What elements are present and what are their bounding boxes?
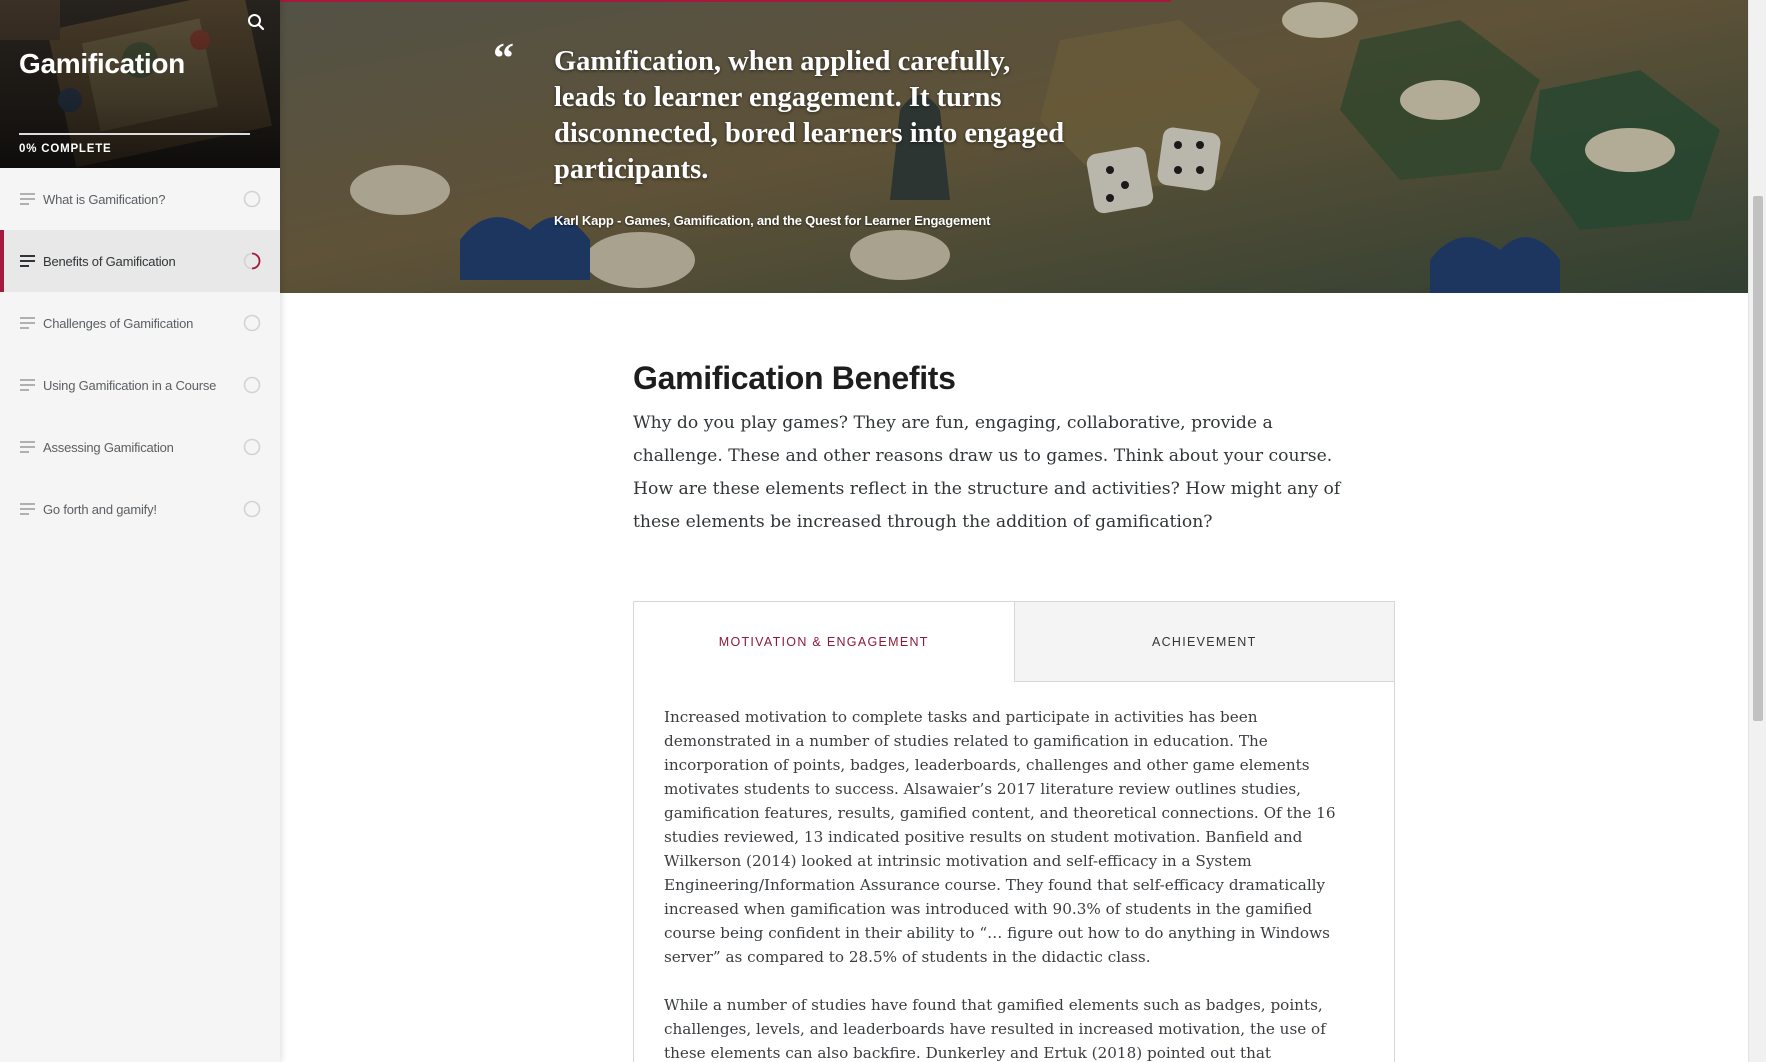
- sidebar-item-label: Assessing Gamification: [43, 439, 174, 455]
- lesson-text-icon: [20, 193, 36, 205]
- tab-achievement[interactable]: ACHIEVEMENT: [1013, 602, 1394, 682]
- sidebar-item-label: Go forth and gamify!: [43, 501, 157, 517]
- page-title: Gamification Benefits: [633, 360, 956, 396]
- quote-hero: “ Gamification, when applied carefully, …: [280, 0, 1748, 293]
- benefits-tabs: MOTIVATION & ENGAGEMENT ACHIEVEMENT Incr…: [633, 601, 1395, 1062]
- sidebar-item-challenges-of-gamification[interactable]: Challenges of Gamification: [0, 292, 280, 354]
- quote-icon: “: [493, 36, 514, 82]
- search-icon[interactable]: [246, 12, 266, 32]
- tab-motivation-engagement[interactable]: MOTIVATION & ENGAGEMENT: [634, 602, 1014, 682]
- sidebar-item-label: Benefits of Gamification: [43, 253, 176, 269]
- status-in-progress-icon: [243, 252, 261, 270]
- sidebar-item-label: Using Gamification in a Course: [43, 377, 217, 393]
- lesson-text-icon: [20, 379, 36, 391]
- tab-list: MOTIVATION & ENGAGEMENT ACHIEVEMENT: [634, 602, 1394, 682]
- lesson-list: What is Gamification? Benefits of Gamifi…: [0, 168, 280, 540]
- lesson-text-icon: [20, 255, 36, 267]
- lesson-text-icon: [20, 503, 36, 515]
- sidebar-item-go-forth-and-gamify[interactable]: Go forth and gamify!: [0, 478, 280, 540]
- tab-paragraph: Increased motivation to complete tasks a…: [664, 708, 1336, 966]
- status-not-started-icon: [243, 438, 261, 456]
- scrollbar-thumb[interactable]: [1753, 196, 1763, 721]
- status-not-started-icon: [243, 376, 261, 394]
- lesson-text-icon: [20, 441, 36, 453]
- course-sidebar: Gamification 0% COMPLETE What is Gamific…: [0, 0, 280, 1062]
- sidebar-item-what-is-gamification[interactable]: What is Gamification?: [0, 168, 280, 230]
- progress-bar: [19, 133, 250, 135]
- lesson-progress-strip: [280, 0, 1171, 2]
- tab-panel: Increased motivation to complete tasks a…: [634, 682, 1394, 1062]
- quote-text: Gamification, when applied carefully, le…: [554, 46, 1065, 185]
- course-title: Gamification: [19, 48, 185, 79]
- sidebar-item-benefits-of-gamification[interactable]: Benefits of Gamification: [0, 230, 280, 292]
- lesson-body: Gamification Benefits Why do you play ga…: [633, 360, 1395, 539]
- intro-paragraph: Why do you play games? They are fun, eng…: [633, 413, 1341, 532]
- tab-paragraph: While a number of studies have found tha…: [664, 996, 1326, 1062]
- progress-label: 0% COMPLETE: [19, 143, 112, 155]
- lesson-text-icon: [20, 317, 36, 329]
- sidebar-item-label: Challenges of Gamification: [43, 315, 194, 331]
- status-not-started-icon: [243, 500, 261, 518]
- quote-citation: Karl Kapp - Games, Gamification, and the…: [554, 213, 991, 228]
- lesson-content: “ Gamification, when applied carefully, …: [280, 0, 1748, 1062]
- sidebar-item-assessing-gamification[interactable]: Assessing Gamification: [0, 416, 280, 478]
- status-not-started-icon: [243, 314, 261, 332]
- course-header: Gamification 0% COMPLETE: [0, 0, 280, 168]
- scrollbar[interactable]: [1748, 0, 1766, 1062]
- sidebar-item-label: What is Gamification?: [43, 191, 166, 207]
- status-not-started-icon: [243, 190, 261, 208]
- sidebar-item-using-gamification-in-a-course[interactable]: Using Gamification in a Course: [0, 354, 280, 416]
